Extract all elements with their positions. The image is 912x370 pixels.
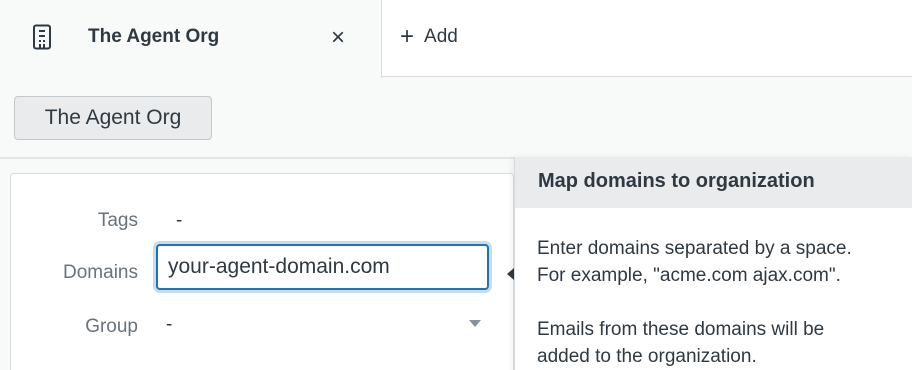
help-text-line: For example, "acme.com ajax.com". [537,265,841,286]
help-text-line: added to the organization. [537,346,757,367]
tags-value[interactable]: - [176,210,182,232]
org-properties-card: Tags - Domains Group - [10,173,514,370]
domains-help-panel: Map domains to organization Enter domain… [514,157,912,370]
tab-bar: The Agent Org × + Add [0,0,912,78]
domains-input[interactable] [156,244,489,290]
org-header: The Agent Org [0,78,912,159]
help-text-line: Enter domains separated by a space. [537,238,852,259]
chevron-down-icon [469,320,481,327]
org-name-button[interactable]: The Agent Org [14,96,212,140]
group-label: Group [85,316,138,337]
app-root: The Agent Org × + Add The Agent Org Tags… [0,0,912,370]
domains-label: Domains [63,262,138,283]
help-text-line: Emails from these domains will be [537,319,825,340]
tab-organization[interactable]: The Agent Org × [0,0,382,78]
tags-label: Tags [97,210,138,231]
help-title: Map domains to organization [515,157,912,208]
help-body: Enter domains separated by a space. For … [537,235,912,370]
add-tab-button[interactable]: + Add [400,22,458,52]
building-icon [30,24,54,50]
add-tab-label: Add [424,26,458,47]
plus-icon: + [400,23,415,50]
group-select[interactable]: - [156,308,489,344]
close-icon[interactable]: × [326,26,350,50]
group-value: - [166,314,173,335]
tooltip-pointer [507,268,514,280]
tab-label: The Agent Org [88,26,220,47]
